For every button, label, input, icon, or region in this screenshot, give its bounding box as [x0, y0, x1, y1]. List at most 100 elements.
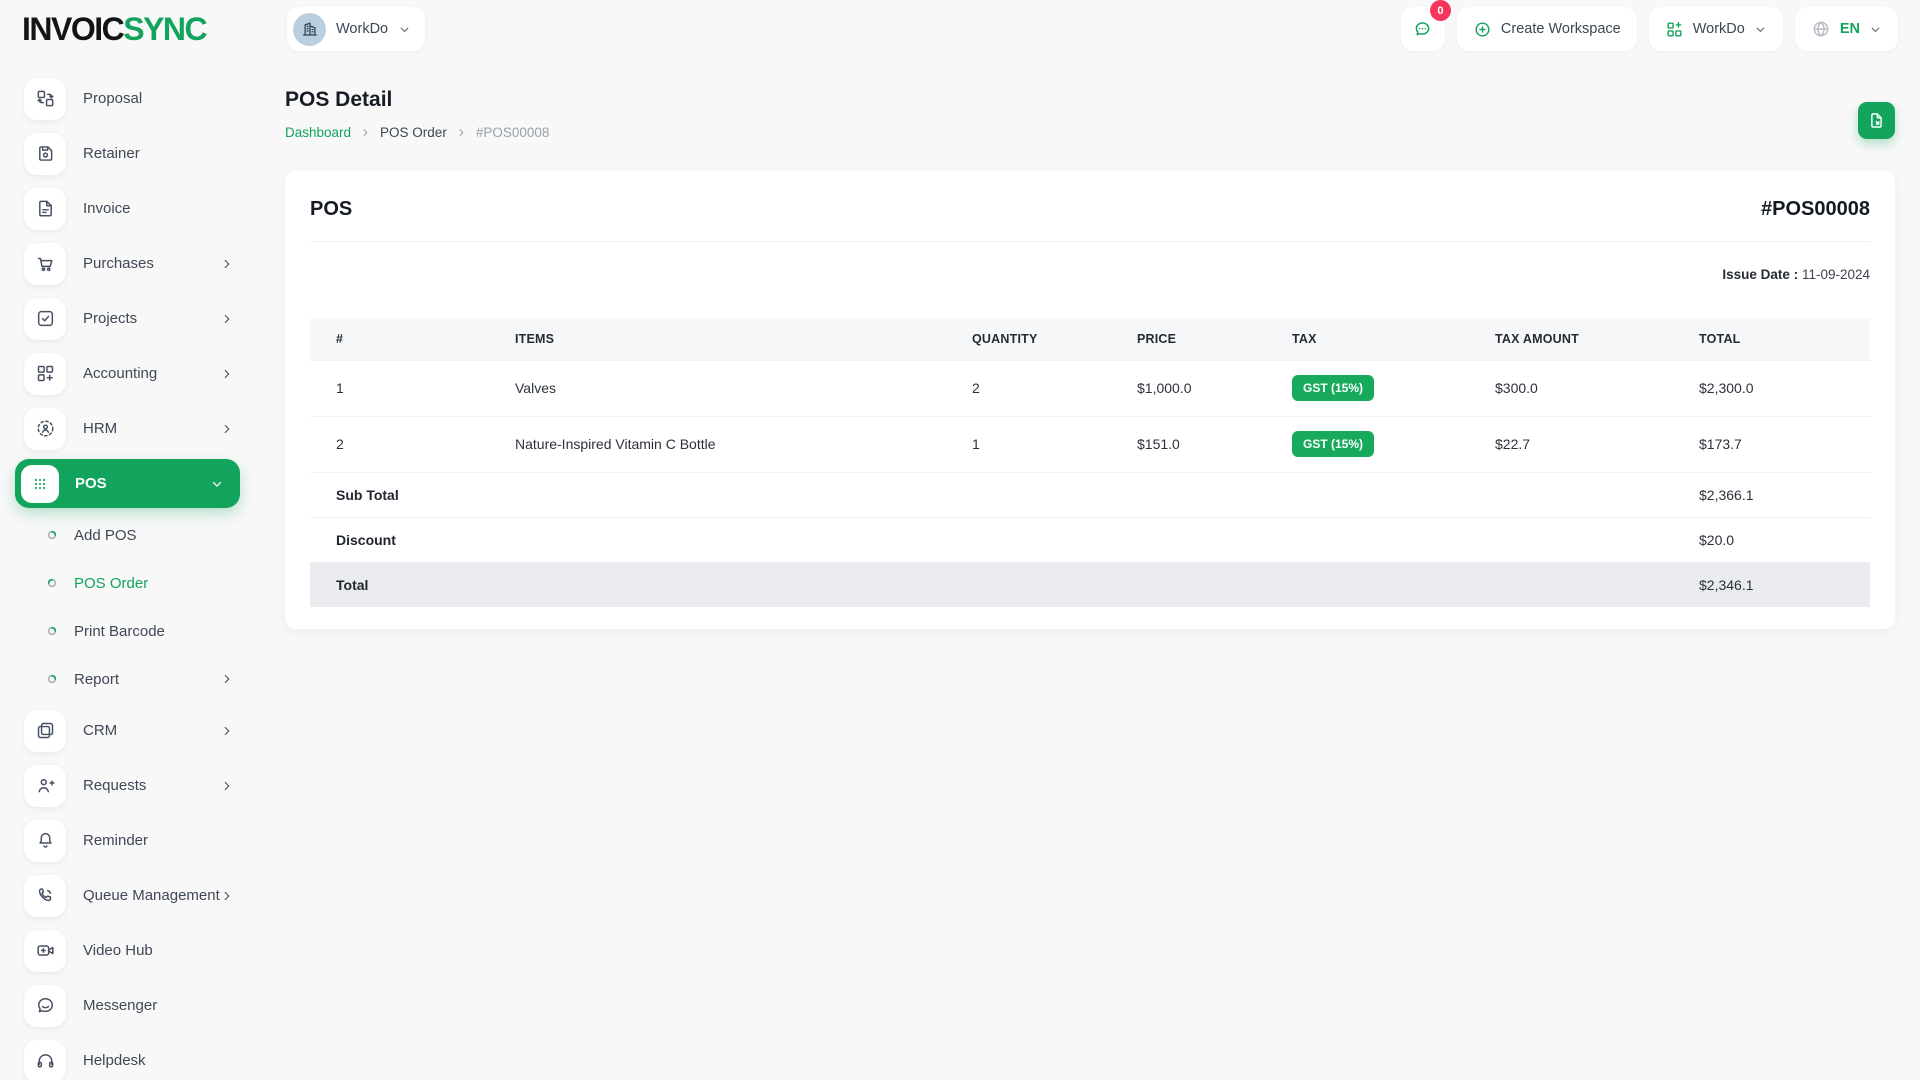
sidebar-subitem-print-barcode[interactable]: Print Barcode: [0, 607, 260, 655]
discount-label: Discount: [310, 517, 1699, 562]
logo-text-green: SYNC: [123, 11, 206, 48]
sidebar-item-hrm[interactable]: HRM: [0, 401, 260, 456]
col-header-quantity: QUANTITY: [972, 318, 1137, 360]
bullet-icon: [47, 674, 57, 684]
breadcrumb-pos-order[interactable]: POS Order: [380, 125, 447, 140]
cell-tax-amount: $300.0: [1495, 360, 1699, 416]
sidebar-item-label: CRM: [83, 722, 117, 739]
card-title: POS: [310, 198, 352, 221]
sidebar-subitem-report[interactable]: Report: [0, 655, 260, 703]
topbar: INVOICSYNC WorkDo 0 Create Workspace Wor…: [0, 0, 1920, 58]
breadcrumb-dashboard-link[interactable]: Dashboard: [285, 125, 351, 140]
crm-icon: [35, 720, 56, 741]
table-row: 2 Nature-Inspired Vitamin C Bottle 1 $15…: [310, 416, 1870, 472]
messages-button[interactable]: 0: [1401, 7, 1445, 51]
chevron-right-icon: [220, 724, 234, 738]
bullet-icon: [47, 626, 57, 636]
sidebar-subitem-label: Print Barcode: [74, 623, 165, 640]
sidebar-item-label: Purchases: [83, 255, 154, 272]
video-hub-icon: [35, 940, 56, 961]
cell-total: $2,300.0: [1699, 360, 1870, 416]
pos-detail-card: POS #POS00008 Issue Date : 11-09-2024 # …: [285, 170, 1895, 629]
bullet-icon: [47, 578, 57, 588]
cell-tax: GST (15%): [1292, 360, 1495, 416]
sidebar-item-purchases[interactable]: Purchases: [0, 236, 260, 291]
subtotal-value: $2,366.1: [1699, 472, 1870, 517]
export-pos-button[interactable]: [1858, 102, 1895, 139]
cell-item: Nature-Inspired Vitamin C Bottle: [515, 416, 972, 472]
sidebar-item-label: Retainer: [83, 145, 140, 162]
sidebar-item-retainer[interactable]: Retainer: [0, 126, 260, 181]
col-header-items: ITEMS: [515, 318, 972, 360]
workdo-menu-label: WorkDo: [1693, 21, 1745, 37]
sidebar-subitem-pos-order[interactable]: POS Order: [0, 559, 260, 607]
col-header-price: PRICE: [1137, 318, 1292, 360]
col-header-num: #: [310, 318, 515, 360]
topbar-actions: 0 Create Workspace WorkDo EN: [1401, 7, 1898, 51]
breadcrumb: Dashboard POS Order #POS00008: [285, 125, 549, 140]
logo-text-black: INVOIC: [22, 11, 123, 48]
purchases-icon: [35, 253, 56, 274]
requests-icon: [35, 775, 56, 796]
chevron-down-icon: [398, 23, 411, 36]
sidebar-item-invoice[interactable]: Invoice: [0, 181, 260, 236]
cell-item: Valves: [515, 360, 972, 416]
cell-num: 1: [310, 360, 515, 416]
main-content: POS Detail Dashboard POS Order #POS00008…: [260, 58, 1920, 1080]
sidebar-item-queue-management[interactable]: Queue Management: [0, 868, 260, 923]
cell-price: $151.0: [1137, 416, 1292, 472]
sidebar-item-proposal[interactable]: Proposal: [0, 71, 260, 126]
helpdesk-icon: [35, 1050, 56, 1071]
chevron-down-icon: [1754, 23, 1767, 36]
sidebar-item-helpdesk[interactable]: Helpdesk: [0, 1033, 260, 1080]
chevron-right-icon: [220, 367, 234, 381]
discount-row: Discount $20.0: [310, 517, 1870, 562]
issue-date-value: 11-09-2024: [1802, 267, 1870, 282]
issue-date-label: Issue Date :: [1722, 267, 1798, 282]
chevron-right-icon: [220, 889, 234, 903]
chevron-right-icon: [220, 422, 234, 436]
workspace-name: WorkDo: [336, 21, 388, 37]
sidebar-item-label: Accounting: [83, 365, 157, 382]
sidebar-item-label: Video Hub: [83, 942, 153, 959]
sidebar-item-requests[interactable]: Requests: [0, 758, 260, 813]
total-label: Total: [310, 562, 1699, 607]
queue-management-icon: [35, 885, 56, 906]
chevron-right-icon: [220, 312, 234, 326]
pos-number: #POS00008: [1761, 198, 1870, 221]
col-header-total: TOTAL: [1699, 318, 1870, 360]
sidebar-item-crm[interactable]: CRM: [0, 703, 260, 758]
message-count-badge: 0: [1430, 0, 1451, 21]
sidebar-subitem-add-pos[interactable]: Add POS: [0, 511, 260, 559]
sidebar-item-messenger[interactable]: Messenger: [0, 978, 260, 1033]
sidebar-item-label: Proposal: [83, 90, 142, 107]
sidebar-item-reminder[interactable]: Reminder: [0, 813, 260, 868]
chevron-right-icon: [456, 127, 467, 138]
cell-tax-amount: $22.7: [1495, 416, 1699, 472]
total-row: Total $2,346.1: [310, 562, 1870, 607]
sidebar: Proposal Retainer Invoice Purchases Proj…: [0, 58, 260, 1080]
discount-value: $20.0: [1699, 517, 1870, 562]
workspace-avatar: [293, 13, 326, 46]
workspace-selector[interactable]: WorkDo: [287, 7, 425, 51]
pos-items-table: # ITEMS QUANTITY PRICE TAX TAX AMOUNT TO…: [310, 318, 1870, 607]
sidebar-item-pos[interactable]: POS: [0, 456, 260, 511]
sidebar-item-label: Queue Management: [83, 887, 220, 904]
sidebar-item-label: HRM: [83, 420, 117, 437]
sidebar-item-accounting[interactable]: Accounting: [0, 346, 260, 401]
accounting-icon: [35, 363, 56, 384]
create-workspace-button[interactable]: Create Workspace: [1457, 7, 1637, 51]
file-export-icon: [1867, 111, 1886, 130]
sidebar-subitem-label: Report: [74, 671, 119, 688]
sidebar-item-video-hub[interactable]: Video Hub: [0, 923, 260, 978]
chevron-right-icon: [220, 672, 234, 686]
language-code: EN: [1840, 21, 1860, 37]
cell-total: $173.7: [1699, 416, 1870, 472]
sidebar-item-projects[interactable]: Projects: [0, 291, 260, 346]
subtotal-label: Sub Total: [310, 472, 1699, 517]
cell-tax: GST (15%): [1292, 416, 1495, 472]
workdo-menu-button[interactable]: WorkDo: [1649, 7, 1783, 51]
sidebar-item-label: Messenger: [83, 997, 157, 1014]
language-selector[interactable]: EN: [1795, 7, 1898, 51]
issue-date: Issue Date : 11-09-2024: [310, 242, 1870, 282]
